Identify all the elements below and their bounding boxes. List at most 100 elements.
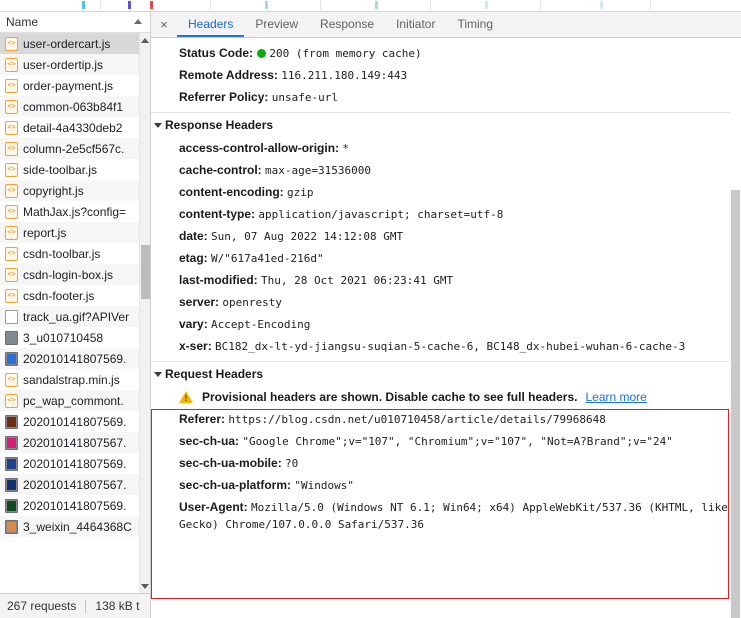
js-file-icon — [5, 162, 18, 177]
request-list-item[interactable]: user-ordercart.js — [0, 33, 150, 54]
image-thumbnail — [7, 437, 16, 448]
request-list-item[interactable]: report.js — [0, 222, 150, 243]
request-list-item[interactable]: 3_u010710458 — [0, 327, 150, 348]
image-thumb-icon — [5, 477, 18, 492]
request-list-item[interactable]: pc_wap_commont. — [0, 390, 150, 411]
column-header-label: Name — [6, 15, 39, 29]
js-file-icon — [5, 183, 18, 198]
request-name-label: user-ordertip.js — [23, 57, 104, 72]
js-file-icon — [5, 99, 18, 114]
header-value: ?0 — [285, 456, 299, 470]
timeline-bar — [265, 1, 268, 9]
request-name-label: detail-4a4330deb2 — [23, 120, 123, 135]
request-name-label: user-ordercart.js — [23, 36, 111, 51]
tab-preview[interactable]: Preview — [244, 12, 309, 37]
request-list-item[interactable]: 202010141807569. — [0, 495, 150, 516]
request-list-item[interactable]: copyright.js — [0, 180, 150, 201]
request-list-item[interactable]: 202010141807567. — [0, 474, 150, 495]
request-name-label: 202010141807569. — [23, 351, 127, 366]
request-details-pane: × Headers Preview Response Initiator Timing … — [151, 12, 741, 618]
response-headers-section[interactable]: Response Headers — [151, 112, 731, 137]
request-headers-section[interactable]: Request Headers — [151, 361, 731, 386]
details-scrollbar-thumb[interactable] — [731, 190, 740, 618]
request-list-item[interactable]: 202010141807569. — [0, 348, 150, 369]
section-title: Request Headers — [165, 367, 264, 381]
request-list-item[interactable]: csdn-toolbar.js — [0, 243, 150, 264]
learn-more-link[interactable]: Learn more — [585, 389, 646, 405]
overview-timeline-strip[interactable] — [0, 0, 741, 12]
image-thumb-icon — [5, 498, 18, 513]
header-value-suffix: (from memory cache) — [289, 46, 422, 60]
timeline-bar — [375, 1, 378, 9]
js-file-icon — [5, 204, 18, 219]
header-value: Mozilla/5.0 (Windows NT 6.1; Win64; x64)… — [179, 500, 728, 531]
image-thumb-icon — [5, 330, 18, 345]
request-list-item[interactable]: side-toolbar.js — [0, 159, 150, 180]
request-list-item[interactable]: common-063b84f1 — [0, 96, 150, 117]
js-file-icon — [5, 141, 18, 156]
request-list-item[interactable]: 202010141807567. — [0, 432, 150, 453]
request-name-label: column-2e5cf567c. — [23, 141, 125, 156]
status-divider — [85, 599, 87, 613]
timeline-tick — [540, 0, 541, 10]
response-header-row: content-encoding: gzip — [151, 181, 731, 203]
request-name-label: 202010141807569. — [23, 498, 127, 513]
js-file-icon — [5, 372, 18, 387]
details-scrollbar[interactable] — [730, 38, 741, 618]
header-name: Remote Address: — [179, 67, 282, 82]
header-name: content-type: — [179, 206, 259, 221]
image-thumb-icon — [5, 519, 18, 534]
tab-headers[interactable]: Headers — [177, 12, 245, 37]
tab-timing[interactable]: Timing — [446, 12, 504, 37]
request-header-row: sec-ch-ua: "Google Chrome";v="107", "Chr… — [151, 430, 731, 452]
timeline-bar — [150, 1, 153, 9]
request-list-item[interactable]: sandalstrap.min.js — [0, 369, 150, 390]
request-name-label: 202010141807569. — [23, 414, 127, 429]
request-name-label: copyright.js — [23, 183, 84, 198]
request-list-item[interactable]: csdn-footer.js — [0, 285, 150, 306]
header-name: sec-ch-ua-platform: — [179, 477, 295, 492]
scrollbar-thumb[interactable] — [141, 245, 150, 299]
image-thumb-icon — [5, 414, 18, 429]
chevron-down-icon — [154, 123, 162, 128]
request-list-item[interactable]: MathJax.js?config= — [0, 201, 150, 222]
transferred-size-label: 138 kB t — [95, 599, 140, 613]
requests-column-header[interactable]: Name — [0, 12, 150, 33]
details-scroll-area[interactable]: Status Code: 200 (from memory cache) Remo… — [151, 38, 741, 618]
request-name-label: 3_u010710458 — [23, 330, 104, 345]
request-list-item[interactable]: detail-4a4330deb2 — [0, 117, 150, 138]
request-list-item[interactable]: 202010141807569. — [0, 411, 150, 432]
request-name-label: 202010141807569. — [23, 456, 127, 471]
timeline-bar — [485, 1, 488, 9]
warning-triangle-icon — [179, 390, 193, 405]
details-tabbar: × Headers Preview Response Initiator Timing — [151, 12, 741, 38]
request-list-item[interactable]: 202010141807569. — [0, 453, 150, 474]
request-list-item[interactable]: column-2e5cf567c. — [0, 138, 150, 159]
tab-initiator[interactable]: Initiator — [385, 12, 446, 37]
header-value: 200 — [269, 46, 290, 60]
response-header-row: x-ser: BC182_dx-lt-yd-jiangsu-suqian-5-c… — [151, 335, 731, 357]
request-list-item[interactable]: order-payment.js — [0, 75, 150, 96]
image-thumbnail — [7, 332, 16, 343]
request-list-item[interactable]: track_ua.gif?APIVer — [0, 306, 150, 327]
scroll-down-arrow-icon[interactable] — [141, 581, 150, 591]
request-name-label: csdn-footer.js — [23, 288, 95, 303]
requests-list-scrollbar[interactable] — [139, 33, 150, 593]
request-list-item[interactable]: 3_weixin_4464368C — [0, 516, 150, 537]
close-icon[interactable]: × — [151, 12, 177, 37]
requests-list[interactable]: user-ordercart.js user-ordertip.js order-p… — [0, 33, 150, 593]
tab-response[interactable]: Response — [309, 12, 385, 37]
header-name: sec-ch-ua-mobile: — [179, 455, 286, 470]
warning-text: Provisional headers are shown. Disable c… — [202, 390, 578, 404]
header-name: Referer: — [179, 411, 229, 426]
request-list-item[interactable]: csdn-login-box.js — [0, 264, 150, 285]
scroll-up-arrow-icon[interactable] — [141, 35, 150, 45]
request-name-label: side-toolbar.js — [23, 162, 98, 177]
header-value: BC182_dx-lt-yd-jiangsu-suqian-5-cache-6,… — [215, 339, 686, 353]
response-header-row: last-modified: Thu, 28 Oct 2021 06:23:41… — [151, 269, 731, 291]
header-name: vary: — [179, 316, 212, 331]
chevron-down-icon — [154, 372, 162, 377]
timeline-tick — [320, 0, 321, 10]
js-file-icon — [5, 225, 18, 240]
request-list-item[interactable]: user-ordertip.js — [0, 54, 150, 75]
